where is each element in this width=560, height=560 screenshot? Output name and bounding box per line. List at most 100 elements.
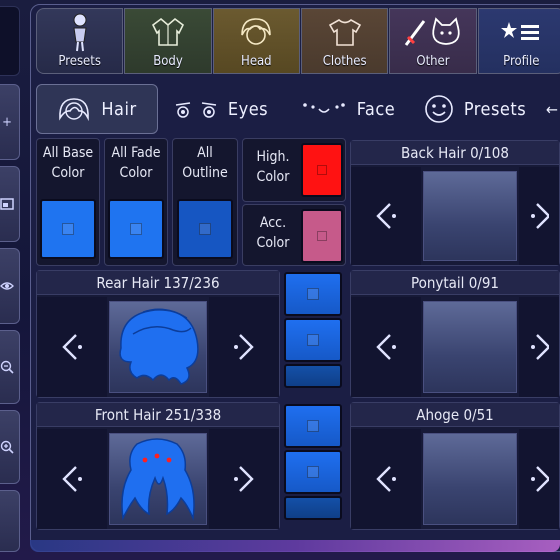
- subtab-face[interactable]: Face: [284, 84, 412, 134]
- all-outline-label: All Outline: [182, 145, 228, 181]
- bottom-glow-bar: [30, 540, 560, 552]
- rear-hair-color-stack: [284, 272, 342, 388]
- plus-icon: +: [2, 114, 12, 130]
- high-color-label: High. Color: [256, 149, 290, 185]
- acc-color-label: Acc. Color: [256, 215, 290, 251]
- sword-cat-icon: [404, 16, 460, 46]
- front-hair-next-button[interactable]: [209, 429, 279, 529]
- head-subtab-bar: Hair Eyes Face Presets ←: [36, 84, 560, 134]
- ahoge-prev-button[interactable]: [351, 429, 421, 529]
- high-color-swatch[interactable]: [301, 143, 343, 197]
- rail-add-button[interactable]: +: [0, 84, 20, 160]
- rear-hair-base-swatch[interactable]: [284, 272, 342, 316]
- rear-hair-preview[interactable]: [109, 301, 207, 393]
- category-tab-bar: Presets Body Head Clothes Other Profile: [36, 8, 560, 74]
- subtab-presets[interactable]: Presets: [412, 84, 538, 134]
- front-hair-fade-swatch[interactable]: [284, 450, 342, 494]
- rail-image-button[interactable]: [0, 166, 20, 242]
- front-hair-base-swatch[interactable]: [284, 404, 342, 448]
- high-color-card: High. Color: [242, 138, 346, 202]
- tab-other-label: Other: [416, 54, 450, 69]
- subtab-hair[interactable]: Hair: [36, 84, 158, 134]
- tshirt-icon: [328, 18, 361, 46]
- all-fade-color-label: All Fade Color: [111, 145, 161, 181]
- ahoge-panel: Ahoge 0/51: [350, 402, 560, 530]
- tab-clothes-label: Clothes: [322, 54, 367, 69]
- arrow-right-icon: [531, 466, 549, 492]
- tab-presets-label: Presets: [58, 54, 101, 69]
- subtab-hair-label: Hair: [101, 98, 137, 120]
- arrow-right-icon: [234, 334, 254, 360]
- front-hair-preview[interactable]: [109, 433, 207, 525]
- rear-hair-next-button[interactable]: [209, 297, 279, 397]
- acc-color-swatch[interactable]: [301, 209, 343, 263]
- arrow-right-icon: [531, 203, 549, 229]
- subtab-presets-label: Presets: [463, 98, 527, 120]
- tab-head-label: Head: [241, 54, 272, 69]
- back-hair-panel: Back Hair 0/108: [350, 140, 560, 266]
- front-hair-title: Front Hair 251/338: [37, 403, 279, 427]
- ahoge-next-button[interactable]: [519, 429, 559, 529]
- arrow-left-icon: [376, 203, 396, 229]
- image-icon: [0, 198, 14, 210]
- tab-head[interactable]: Head: [212, 8, 300, 74]
- back-hair-preview[interactable]: [423, 171, 517, 261]
- tab-clothes[interactable]: Clothes: [300, 8, 389, 74]
- front-hair-color-stack: [284, 404, 342, 520]
- front-hair-thumbnail: [121, 438, 195, 521]
- tab-other[interactable]: Other: [389, 8, 477, 74]
- all-base-color-swatch[interactable]: [40, 199, 96, 259]
- back-hair-prev-button[interactable]: [351, 167, 421, 265]
- arrow-left-icon: [376, 334, 396, 360]
- all-outline-swatch[interactable]: [177, 199, 233, 259]
- arrow-left-icon: [62, 334, 82, 360]
- all-fade-color-swatch[interactable]: [108, 199, 164, 259]
- gacha-editor-screen: + Presets Body Head Clothes Other Profil…: [0, 0, 560, 560]
- subtab-eyes[interactable]: Eyes: [158, 84, 284, 134]
- tab-profile[interactable]: Profile: [477, 8, 560, 74]
- ahoge-title: Ahoge 0/51: [351, 403, 559, 427]
- all-outline-card: All Outline: [172, 138, 238, 266]
- ahoge-preview[interactable]: [423, 433, 517, 525]
- tab-body[interactable]: Body: [124, 8, 212, 74]
- rail-visibility-button[interactable]: [0, 248, 20, 324]
- rail-button-top[interactable]: [0, 6, 20, 76]
- tab-body-label: Body: [153, 54, 183, 69]
- arrow-left-icon: [376, 466, 396, 492]
- rear-hair-prev-button[interactable]: [37, 297, 107, 397]
- zoom-in-icon: [0, 440, 14, 454]
- ponytail-next-button[interactable]: [519, 297, 559, 397]
- hair-head-icon: [241, 17, 272, 45]
- figure-icon: [73, 13, 87, 51]
- back-hair-title: Back Hair 0/108: [351, 141, 559, 165]
- front-hair-panel: Front Hair 251/338: [36, 402, 280, 530]
- star-list-icon: [501, 21, 540, 40]
- rear-hair-panel: Rear Hair 137/236: [36, 270, 280, 398]
- rail-zoom-in-button[interactable]: [0, 410, 20, 484]
- arrow-left-icon: [62, 466, 82, 492]
- subtab-eyes-label: Eyes: [227, 98, 269, 120]
- arrow-right-icon: [531, 334, 549, 360]
- rear-hair-fade-swatch[interactable]: [284, 318, 342, 362]
- zoom-out-icon: [0, 360, 14, 374]
- rear-hair-thumbnail: [119, 308, 199, 385]
- ponytail-panel: Ponytail 0/91: [350, 270, 560, 398]
- rear-hair-title: Rear Hair 137/236: [37, 271, 279, 295]
- subtab-face-label: Face: [356, 98, 396, 120]
- front-hair-prev-button[interactable]: [37, 429, 107, 529]
- back-hair-next-button[interactable]: [519, 167, 559, 265]
- tab-presets[interactable]: Presets: [36, 8, 124, 74]
- subtab-more[interactable]: ←: [538, 84, 560, 134]
- all-base-color-card: All Base Color: [36, 138, 100, 266]
- ponytail-prev-button[interactable]: [351, 297, 421, 397]
- rear-hair-outline-swatch[interactable]: [284, 364, 342, 388]
- ponytail-preview[interactable]: [423, 301, 517, 393]
- all-base-color-label: All Base Color: [42, 145, 94, 181]
- rail-zoom-out-button[interactable]: [0, 330, 20, 404]
- acc-color-card: Acc. Color: [242, 204, 346, 266]
- rail-button-bottom[interactable]: [0, 490, 20, 552]
- arrow-right-icon: [234, 466, 254, 492]
- ponytail-title: Ponytail 0/91: [351, 271, 559, 295]
- left-toolbar: +: [0, 0, 22, 560]
- front-hair-outline-swatch[interactable]: [284, 496, 342, 520]
